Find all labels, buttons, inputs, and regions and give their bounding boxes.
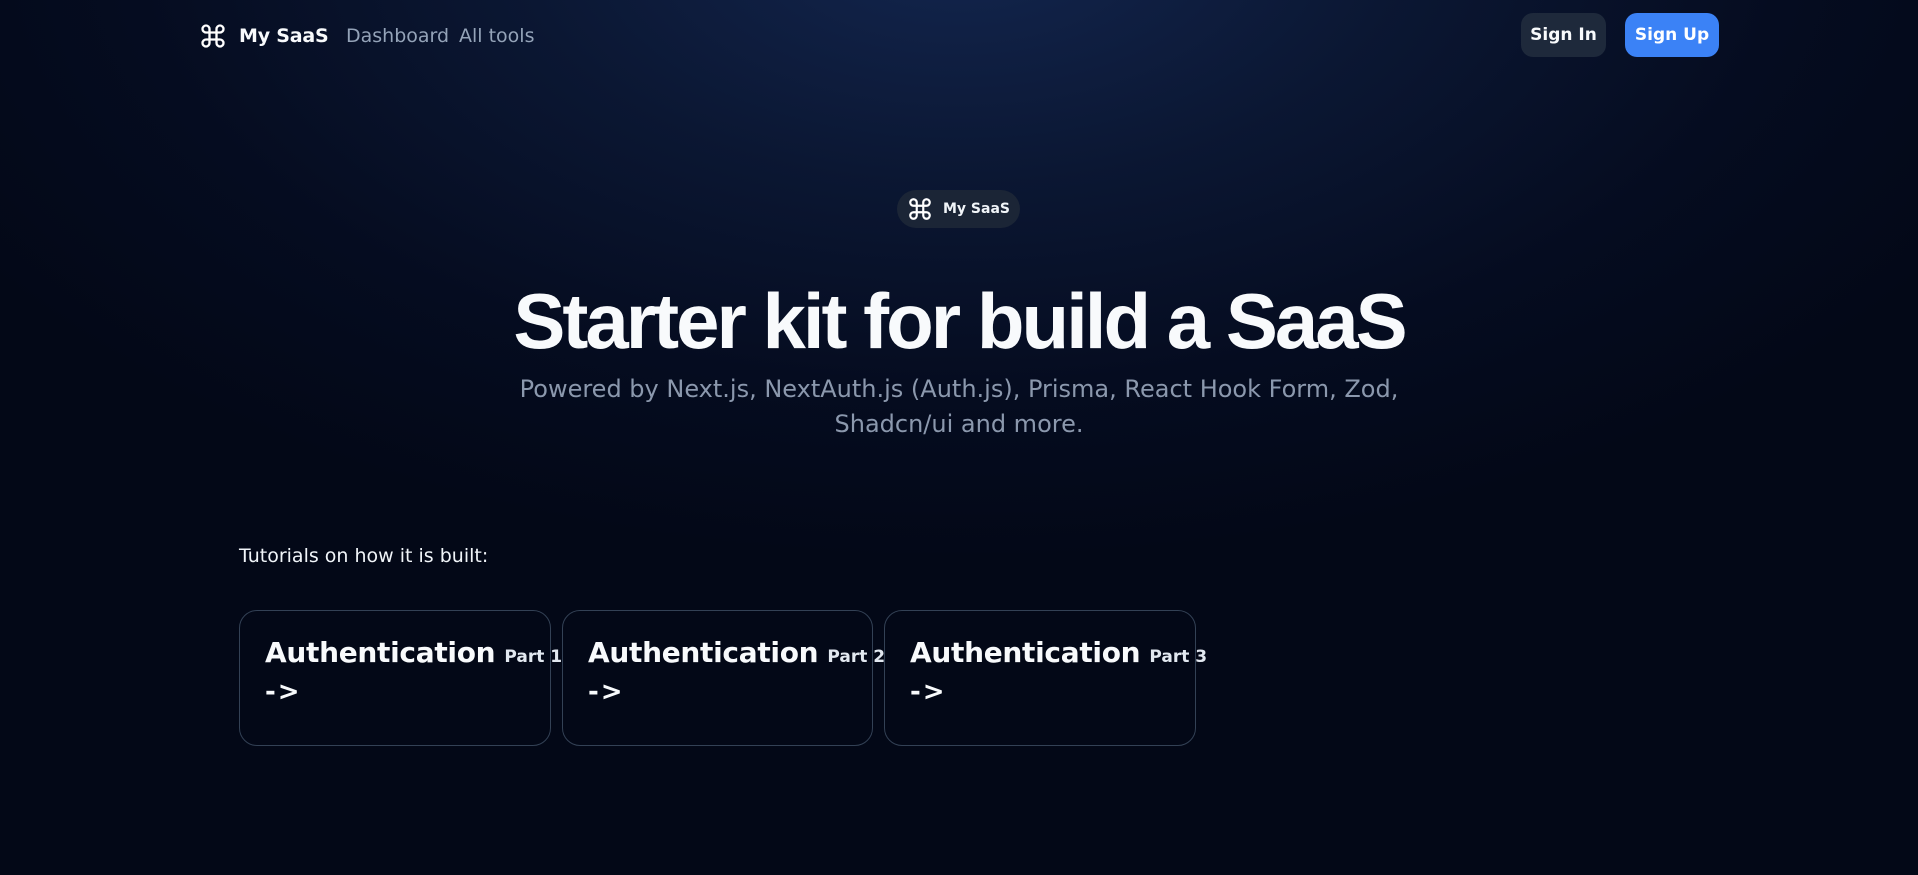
card-title: Authentication [265,636,496,669]
hero-subtitle: Powered by Next.js, NextAuth.js (Auth.js… [519,375,1399,438]
card-part-label: Part 3 [1149,647,1208,667]
sign-in-button[interactable]: Sign In [1521,13,1606,57]
hero-badge: My SaaS [897,190,1020,228]
card-title-line: Authentication Part 2 [588,635,885,675]
hero-title: Starter kit for build a SaaS [513,277,1407,365]
tutorial-card-part-2[interactable]: Authentication Part 2 -> [562,610,885,746]
arrow-right-icon: -> [910,677,947,707]
card-part-label: Part 1 [504,647,563,667]
command-icon [199,22,227,50]
card-title-line: Authentication Part 3 [910,635,1207,675]
card-title-line: Authentication Part 1 [265,635,562,675]
card-title: Authentication [588,636,819,669]
tutorial-card-part-1[interactable]: Authentication Part 1 -> [239,610,562,746]
brand-link[interactable]: My SaaS [199,18,329,54]
navbar: My SaaS Dashboard All tools Sign In Sign… [0,0,1918,72]
arrow-right-icon: -> [265,677,302,707]
command-icon [907,196,933,222]
arrow-right-icon: -> [588,677,625,707]
brand-name: My SaaS [239,25,329,47]
sign-up-button[interactable]: Sign Up [1625,13,1719,57]
card-part-label: Part 2 [827,647,886,667]
nav-link-dashboard[interactable]: Dashboard [346,22,449,50]
hero-badge-text: My SaaS [943,201,1010,217]
nav-link-all-tools[interactable]: All tools [459,22,534,50]
tutorials-heading: Tutorials on how it is built: [239,545,489,567]
card-title: Authentication [910,636,1141,669]
tutorial-card-part-3[interactable]: Authentication Part 3 -> [884,610,1207,746]
